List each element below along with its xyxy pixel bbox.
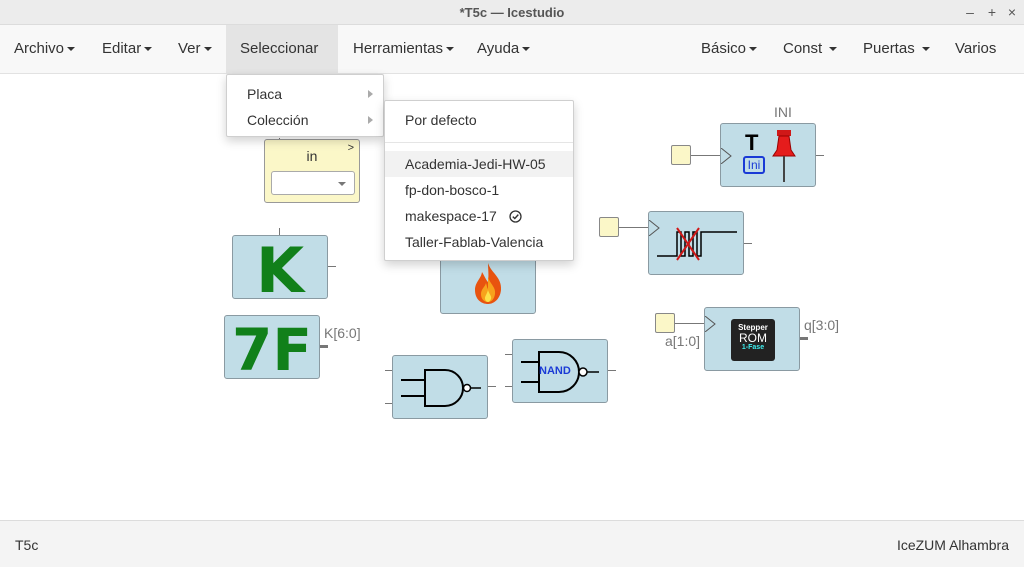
stepper-rom-block[interactable]: Stepper ROM 1-Fase (704, 307, 800, 371)
nand-gate-block[interactable]: NAND (512, 339, 608, 403)
nand-gate-icon (401, 369, 481, 407)
ini-tag: Ini (743, 156, 765, 174)
menu-puertas[interactable]: Puertas (849, 25, 944, 73)
menu-ayuda-label: Ayuda (477, 40, 520, 57)
caret-down-icon (67, 47, 76, 52)
menu-item-placa-label: Placa (247, 86, 283, 102)
input-block-select[interactable] (271, 171, 355, 195)
menu-ver[interactable]: Ver (164, 25, 226, 73)
rom-chip-line2: ROM (739, 331, 767, 345)
menu-const-label: Const (783, 40, 823, 57)
window-title: *T5c — Icestudio (459, 5, 565, 20)
chevron-right-icon (368, 90, 373, 98)
rom-chip-line3: 1-Fase (741, 344, 765, 351)
chevron-right-icon (368, 116, 373, 124)
menu-seleccionar-label: Seleccionar (240, 40, 319, 57)
menu-varios[interactable]: Varios (941, 25, 1024, 100)
caret-down-icon (749, 47, 758, 52)
input-block-arrow: > (347, 142, 354, 154)
input-block[interactable]: in > (264, 139, 360, 203)
hex-output-label: K[6:0] (324, 325, 361, 341)
k-constant-block[interactable]: K (232, 234, 328, 307)
menu-archivo[interactable]: Archivo (0, 25, 89, 73)
maximize-icon[interactable]: + (984, 4, 1000, 20)
menu-seleccionar[interactable]: Seleccionar (226, 25, 338, 100)
collection-item-taller-fablab[interactable]: Taller-Fablab-Valencia (385, 229, 573, 255)
caret-down-icon (921, 47, 930, 52)
chevron-down-icon (338, 182, 346, 186)
wire (691, 155, 721, 156)
menu-const[interactable]: Const (769, 25, 851, 73)
wire (744, 243, 752, 244)
menu-basico[interactable]: Básico (687, 25, 771, 73)
clock-triangle-icon (721, 148, 732, 164)
menu-puertas-label: Puertas (863, 40, 915, 57)
select-menu-dropdown: Placa Colección (226, 74, 384, 137)
ini-label: INI (774, 104, 792, 120)
menu-item-placa[interactable]: Placa (227, 81, 383, 107)
menu-herramientas-label: Herramientas (353, 40, 444, 57)
and-gate-block[interactable] (392, 355, 488, 419)
wire (488, 386, 496, 387)
collection-item-academia[interactable]: Academia-Jedi-HW-05 (385, 151, 573, 177)
collection-item-makespace[interactable]: makespace-17 (385, 203, 573, 229)
wire (675, 323, 705, 324)
check-circle-icon (509, 210, 522, 223)
debounce-block[interactable] (648, 211, 744, 275)
caret-down-icon (203, 47, 212, 52)
fire-icon (475, 263, 502, 304)
t-input-port[interactable] (671, 145, 691, 165)
menu-divider (385, 142, 573, 143)
menu-editar-label: Editar (102, 40, 142, 57)
k-letter: K (255, 234, 305, 307)
menu-item-coleccion-label: Colección (247, 112, 309, 128)
close-icon[interactable]: × (1004, 4, 1020, 20)
pin-icon (772, 130, 796, 182)
debounce-input-port[interactable] (599, 217, 619, 237)
wire (608, 370, 616, 371)
rom-output-label: q[3:0] (804, 317, 840, 333)
menu-ayuda[interactable]: Ayuda (463, 25, 544, 73)
caret-down-icon (829, 47, 838, 52)
rom-input-label: a[1:0] (665, 333, 701, 349)
status-board-name[interactable]: IceZUM Alhambra (897, 537, 1009, 553)
collection-item-fp-don-bosco[interactable]: fp-don-bosco-1 (385, 177, 573, 203)
rom-input-port[interactable] (655, 313, 675, 333)
signal-bounce-icon (657, 227, 737, 261)
nand-label: NAND (539, 365, 571, 377)
collection-default[interactable]: Por defecto (385, 107, 573, 133)
window-titlebar: *T5c — Icestudio – + × (0, 0, 1024, 25)
status-project-name: T5c (15, 537, 39, 553)
minimize-icon[interactable]: – (962, 4, 978, 20)
menu-archivo-label: Archivo (14, 40, 65, 57)
t-letter: T (745, 130, 759, 155)
collection-submenu: Por defecto Academia-Jedi-HW-05 fp-don-b… (384, 100, 574, 261)
menu-varios-label: Varios (955, 40, 997, 57)
menu-herramientas[interactable]: Herramientas (339, 25, 468, 73)
menu-editar[interactable]: Editar (88, 25, 166, 73)
t-flipflop-block[interactable]: T Ini (720, 123, 816, 187)
caret-down-icon (522, 47, 531, 52)
menu-ver-label: Ver (178, 40, 201, 57)
hex-value: 7F (232, 316, 312, 384)
caret-down-icon (446, 47, 455, 52)
wire (800, 337, 808, 340)
menu-basico-label: Básico (701, 40, 747, 57)
wire (328, 266, 336, 267)
wire (619, 227, 649, 228)
clock-triangle-icon (705, 316, 716, 332)
rom-chip-icon: Stepper ROM 1-Fase (731, 319, 775, 361)
wire (816, 155, 824, 156)
wire (320, 345, 328, 348)
menu-item-coleccion[interactable]: Colección (227, 107, 383, 133)
hex-constant-block[interactable]: 7F (224, 315, 320, 384)
caret-down-icon (144, 47, 153, 52)
status-bar: T5c IceZUM Alhambra (0, 520, 1024, 567)
collection-item-makespace-label: makespace-17 (405, 208, 497, 224)
menu-bar: Archivo Editar Ver Seleccionar Herramien… (0, 25, 1024, 100)
input-block-label: in (306, 148, 318, 164)
